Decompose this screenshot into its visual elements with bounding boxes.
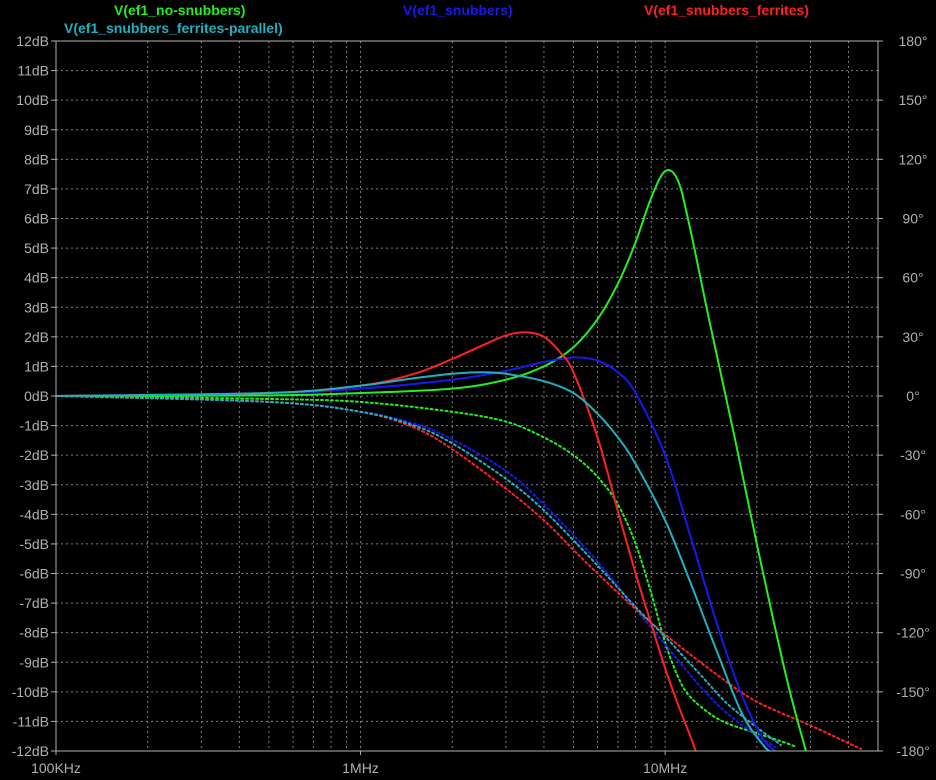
y-tick-label: -9dB: [19, 654, 49, 670]
y-tick-label: 3dB: [24, 299, 49, 315]
x-tick-label: 100KHz: [31, 760, 81, 776]
legend-ef1-no-snubbers[interactable]: V(ef1_no-snubbers): [114, 2, 245, 18]
y2-tick-label: 30°: [902, 329, 923, 345]
y-tick-label: 2dB: [24, 329, 49, 345]
y-tick-label: -10dB: [12, 684, 49, 700]
y2-tick-label: -30°: [900, 447, 926, 463]
y-tick-label: -7dB: [19, 595, 49, 611]
y-tick-label: 1dB: [24, 358, 49, 374]
y-tick-label: 5dB: [24, 240, 49, 256]
y-tick-label: 10dB: [16, 92, 49, 108]
y2-tick-label: -180°: [896, 743, 930, 759]
y2-tick-label: 120°: [899, 151, 928, 167]
y-tick-label: 4dB: [24, 270, 49, 286]
y-tick-label: 12dB: [16, 33, 49, 49]
x-tick-label: 10MHz: [643, 760, 687, 776]
legend-ef1-snubbers-ferrites[interactable]: V(ef1_snubbers_ferrites): [644, 2, 809, 18]
legend-ef1-snubbers-ferrites-parallel[interactable]: V(ef1_snubbers_ferrites-parallel): [64, 20, 283, 36]
y2-tick-label: 180°: [899, 33, 928, 49]
y-tick-label: -3dB: [19, 477, 49, 493]
y2-tick-label: -120°: [896, 625, 930, 641]
y-tick-label: -1dB: [19, 418, 49, 434]
legend-ef1-snubbers[interactable]: V(ef1_snubbers): [403, 2, 513, 18]
y2-tick-label: 90°: [902, 211, 923, 227]
y-tick-label: -11dB: [13, 713, 49, 729]
y-tick-label: 8dB: [24, 151, 49, 167]
plot-background: [0, 0, 936, 780]
y2-tick-label: -150°: [896, 684, 930, 700]
y-tick-label: -6dB: [19, 566, 49, 582]
y-tick-label: -4dB: [19, 506, 49, 522]
y2-tick-label: 150°: [899, 92, 928, 108]
y-tick-label: -8dB: [19, 625, 49, 641]
bode-plot: 12dB 11dB 10dB 9dB 8dB 7dB 6dB 5dB 4dB 3dB 2dB 1dB 0…: [0, 0, 936, 780]
y2-tick-label: -90°: [900, 566, 926, 582]
y2-tick-label: 60°: [902, 270, 923, 286]
y-tick-label: 0dB: [24, 388, 49, 404]
y-tick-label: 6dB: [24, 211, 49, 227]
y2-tick-label: 0°: [906, 388, 919, 404]
y-tick-label: -12dB: [12, 743, 49, 759]
y-tick-label: 9dB: [24, 122, 49, 138]
y-tick-label: -2dB: [19, 447, 49, 463]
y-tick-label: 11dB: [17, 63, 49, 79]
y-tick-label: 7dB: [24, 181, 49, 197]
y-tick-label: -5dB: [19, 536, 49, 552]
y2-tick-label: -60°: [900, 506, 926, 522]
x-tick-label: 1MHz: [342, 760, 379, 776]
